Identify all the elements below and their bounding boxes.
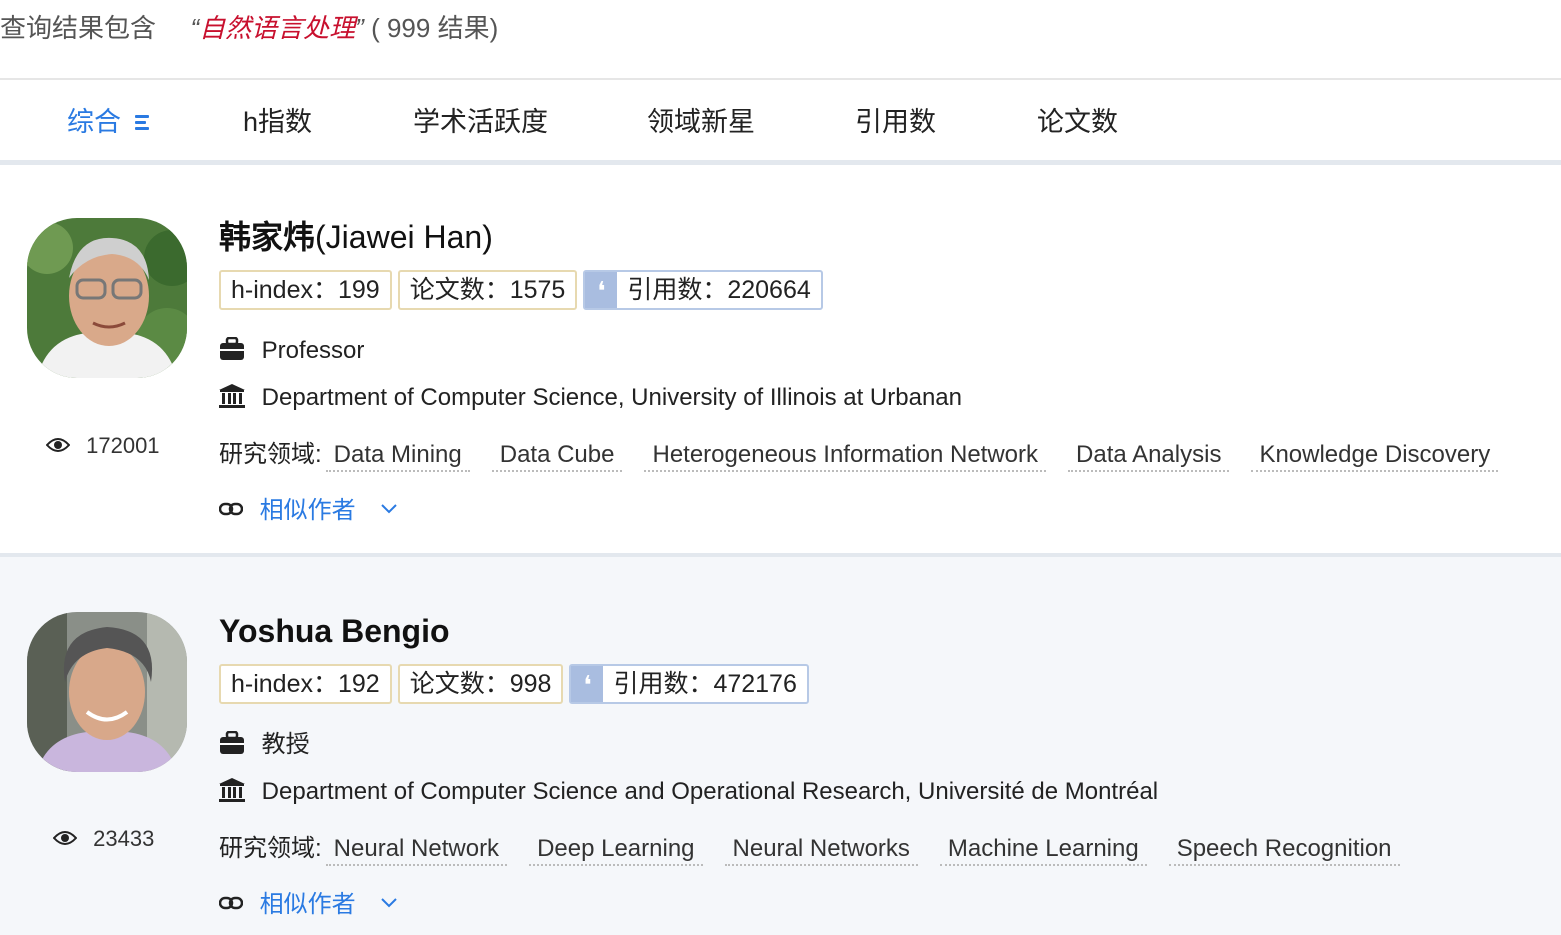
- papers-badge: 论文数：1575: [397, 270, 578, 310]
- tab-rising-star[interactable]: 领域新星: [647, 102, 755, 142]
- similar-authors-toggle[interactable]: 相似作者: [219, 888, 398, 922]
- field-tag[interactable]: Data Mining: [325, 441, 470, 472]
- hindex-badge: h-index：192: [219, 664, 392, 704]
- hindex-badge: h-index：199: [219, 270, 392, 310]
- affiliation-text: Department of Computer Science, Universi…: [261, 384, 962, 411]
- avatar[interactable]: [27, 612, 187, 772]
- field-tag[interactable]: Heterogeneous Information Network: [644, 441, 1047, 472]
- briefcase-icon: [220, 336, 244, 360]
- scholar-card: 23433 Yoshua Bengio h-index：192 论文数：998 ❛ 引…: [0, 557, 1561, 935]
- position-text: Professor: [261, 337, 365, 364]
- affiliation-line: Department of Computer Science, Universi…: [219, 381, 962, 415]
- similar-authors-label: 相似作者: [259, 497, 356, 524]
- eye-icon: [46, 438, 70, 453]
- query-summary: 查询结果包含 “自然语言处理” ( 999 结果): [0, 8, 498, 48]
- sort-menu-icon: [134, 114, 151, 130]
- institution-icon: [219, 777, 245, 802]
- similar-authors-label: 相似作者: [259, 891, 356, 918]
- link-icon: [219, 502, 243, 515]
- view-count: 23433: [53, 824, 154, 854]
- tab-label: 引用数: [855, 107, 936, 137]
- avatar[interactable]: [27, 218, 187, 378]
- tab-label: 领域新星: [647, 107, 755, 137]
- quote-icon: ❛: [571, 666, 604, 702]
- metrics-badges: h-index：192 论文数：998 ❛ 引用数：472176: [219, 664, 815, 704]
- scholar-name-cn: 韩家炜: [219, 219, 316, 255]
- metrics-badges: h-index：199 论文数：1575 ❛ 引用数：220664: [219, 270, 829, 310]
- citations-value: 引用数：472176: [613, 670, 797, 698]
- tab-label: 论文数: [1037, 107, 1118, 137]
- query-prefix: 查询结果包含: [0, 13, 157, 43]
- affiliation-text: Department of Computer Science and Opera…: [261, 778, 1159, 805]
- citations-badge: ❛ 引用数：472176: [569, 664, 809, 704]
- field-tag[interactable]: Deep Learning: [529, 835, 703, 866]
- affiliation-line: Department of Computer Science and Opera…: [219, 775, 1158, 809]
- research-fields: 研究领域: Data Mining Data Cube Heterogeneous I…: [219, 437, 1520, 473]
- view-count: 172001: [46, 431, 160, 461]
- research-fields: 研究领域: Neural Network Deep Learning Neural N…: [219, 831, 1422, 867]
- field-tag[interactable]: Data Cube: [491, 441, 623, 472]
- query-keyword: 自然语言处理: [199, 13, 356, 43]
- field-tag[interactable]: Data Analysis: [1068, 441, 1230, 472]
- sort-tabs: 综合 h指数 学术活跃度 领域新星 引用数 论文数: [0, 80, 1561, 160]
- citations-badge: ❛ 引用数：220664: [583, 270, 823, 310]
- citations-value: 引用数：220664: [627, 276, 811, 304]
- result-count: ( 999 结果): [371, 13, 499, 43]
- tab-papers[interactable]: 论文数: [1037, 102, 1118, 142]
- institution-icon: [219, 383, 245, 408]
- field-tag[interactable]: Neural Network: [325, 835, 508, 866]
- quote-icon: ❛: [585, 272, 618, 308]
- position-line: 教授: [219, 728, 310, 762]
- field-tag[interactable]: Knowledge Discovery: [1251, 441, 1499, 472]
- query-close-quote: ”: [355, 13, 364, 43]
- position-text: 教授: [261, 731, 310, 758]
- papers-badge: 论文数：998: [397, 664, 564, 704]
- position-line: Professor: [219, 334, 364, 368]
- fields-label: 研究领域:: [219, 441, 322, 468]
- view-count-value: 23433: [93, 826, 155, 851]
- scholar-name[interactable]: Yoshua Bengio: [219, 609, 450, 653]
- scholar-name-en: (Jiawei Han): [315, 219, 493, 255]
- tab-citations[interactable]: 引用数: [855, 102, 936, 142]
- field-tag[interactable]: Neural Networks: [724, 835, 918, 866]
- tab-activity[interactable]: 学术活跃度: [413, 102, 548, 142]
- scholar-name[interactable]: 韩家炜(Jiawei Han): [219, 215, 493, 259]
- view-count-value: 172001: [86, 433, 160, 458]
- query-open-quote: “: [190, 13, 200, 43]
- chevron-down-icon: [381, 503, 398, 514]
- tab-hindex[interactable]: h指数: [243, 102, 312, 142]
- tab-label: 综合: [67, 107, 121, 137]
- similar-authors-toggle[interactable]: 相似作者: [219, 494, 398, 528]
- chevron-down-icon: [381, 897, 398, 908]
- tab-label: h指数: [243, 107, 313, 137]
- briefcase-icon: [220, 730, 244, 754]
- field-tag[interactable]: Machine Learning: [939, 835, 1147, 866]
- tab-label: 学术活跃度: [413, 107, 548, 137]
- tab-comprehensive[interactable]: 综合: [67, 102, 151, 142]
- scholar-name-en: Yoshua Bengio: [219, 613, 450, 649]
- field-tag[interactable]: Speech Recognition: [1168, 835, 1400, 866]
- scholar-card: 172001 韩家炜(Jiawei Han) h-index：199 论文数：15…: [0, 165, 1561, 553]
- link-icon: [219, 896, 243, 909]
- eye-icon: [53, 831, 77, 846]
- fields-label: 研究领域:: [219, 835, 322, 862]
